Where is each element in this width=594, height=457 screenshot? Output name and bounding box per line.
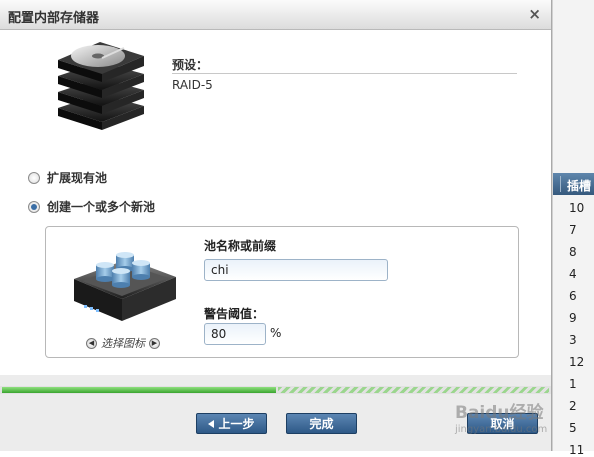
watermark: Baidu经验 jingyan.baidu.com (455, 398, 547, 435)
close-button[interactable]: × (528, 5, 541, 23)
column-separator (560, 176, 561, 192)
hard-drive-stack-icon (58, 42, 144, 130)
storage-pool-icon (74, 252, 176, 321)
dialog-title-bar[interactable]: 配置内部存储器 × (0, 0, 551, 30)
preset-label: 预设： (172, 58, 209, 72)
progress-fill (2, 387, 276, 393)
background-table-cell: 2 (569, 399, 577, 413)
preset-value: RAID-5 (172, 78, 213, 92)
back-button[interactable]: 上一步 (196, 413, 267, 434)
background-table-cell: 9 (569, 311, 577, 325)
percent-sign: % (270, 326, 282, 340)
dialog-title: 配置内部存储器 (8, 11, 100, 26)
new-pool-panel: ◀ 选择图标 ▶ 池名称或前缀 警告阈值： % (45, 226, 519, 358)
finish-button-label: 完成 (309, 417, 334, 431)
radio-extend-existing-pool[interactable]: 扩展现有池 (28, 169, 107, 186)
icon-selector: ◀ 选择图标 ▶ (86, 335, 160, 351)
background-table-cell: 12 (569, 355, 585, 369)
dialog-content: 预设： RAID-5 扩展现有池 创建一个或多个新池 ◀ 选择图标 ▶ 池名称或… (0, 30, 551, 375)
select-icon-label: 选择图标 (101, 337, 145, 350)
finish-button[interactable]: 完成 (286, 413, 357, 434)
pool-name-label: 池名称或前缀 (204, 239, 277, 253)
background-table-cell: 7 (569, 223, 577, 237)
background-table-cell: 8 (569, 245, 577, 259)
warning-threshold-input[interactable] (204, 323, 266, 345)
background-table-cell: 1 (569, 377, 577, 391)
previous-icon-button[interactable]: ◀ (86, 337, 97, 349)
next-icon-button[interactable]: ▶ (149, 337, 160, 349)
watermark-url: jingyan.baidu.com (455, 424, 548, 435)
preset-divider (172, 73, 517, 74)
watermark-logo-text: Baidu经验 (455, 403, 544, 423)
wizard-progress-bar (0, 386, 551, 394)
progress-remaining (278, 387, 549, 393)
background-table-cell: 3 (569, 333, 577, 347)
column-header-slot: 插槽 (567, 179, 592, 193)
background-table-header[interactable]: 插槽 (553, 173, 594, 195)
background-table-cell: 11 (569, 443, 585, 457)
background-table-panel: 插槽 10 7 8 4 6 9 3 12 1 2 5 11 (552, 0, 594, 457)
radio-label: 创建一个或多个新池 (47, 200, 156, 214)
background-table-cell: 5 (569, 421, 577, 435)
background-table-cell: 6 (569, 289, 577, 303)
back-button-label: 上一步 (218, 417, 255, 431)
warning-threshold-label: 警告阈值： (204, 307, 265, 321)
background-table-cell: 4 (569, 267, 577, 281)
radio-button-selected[interactable] (28, 200, 40, 213)
radio-create-new-pools[interactable]: 创建一个或多个新池 (28, 198, 155, 215)
pool-name-input[interactable] (204, 259, 388, 281)
background-table-cell: 10 (569, 201, 585, 215)
radio-button[interactable] (28, 171, 40, 184)
left-arrow-icon (208, 419, 215, 428)
configure-internal-storage-dialog: 配置内部存储器 × 预设： RAID-5 扩展现有池 创建一个或多个新池 ◀ 选… (0, 0, 552, 451)
radio-label: 扩展现有池 (47, 171, 108, 185)
